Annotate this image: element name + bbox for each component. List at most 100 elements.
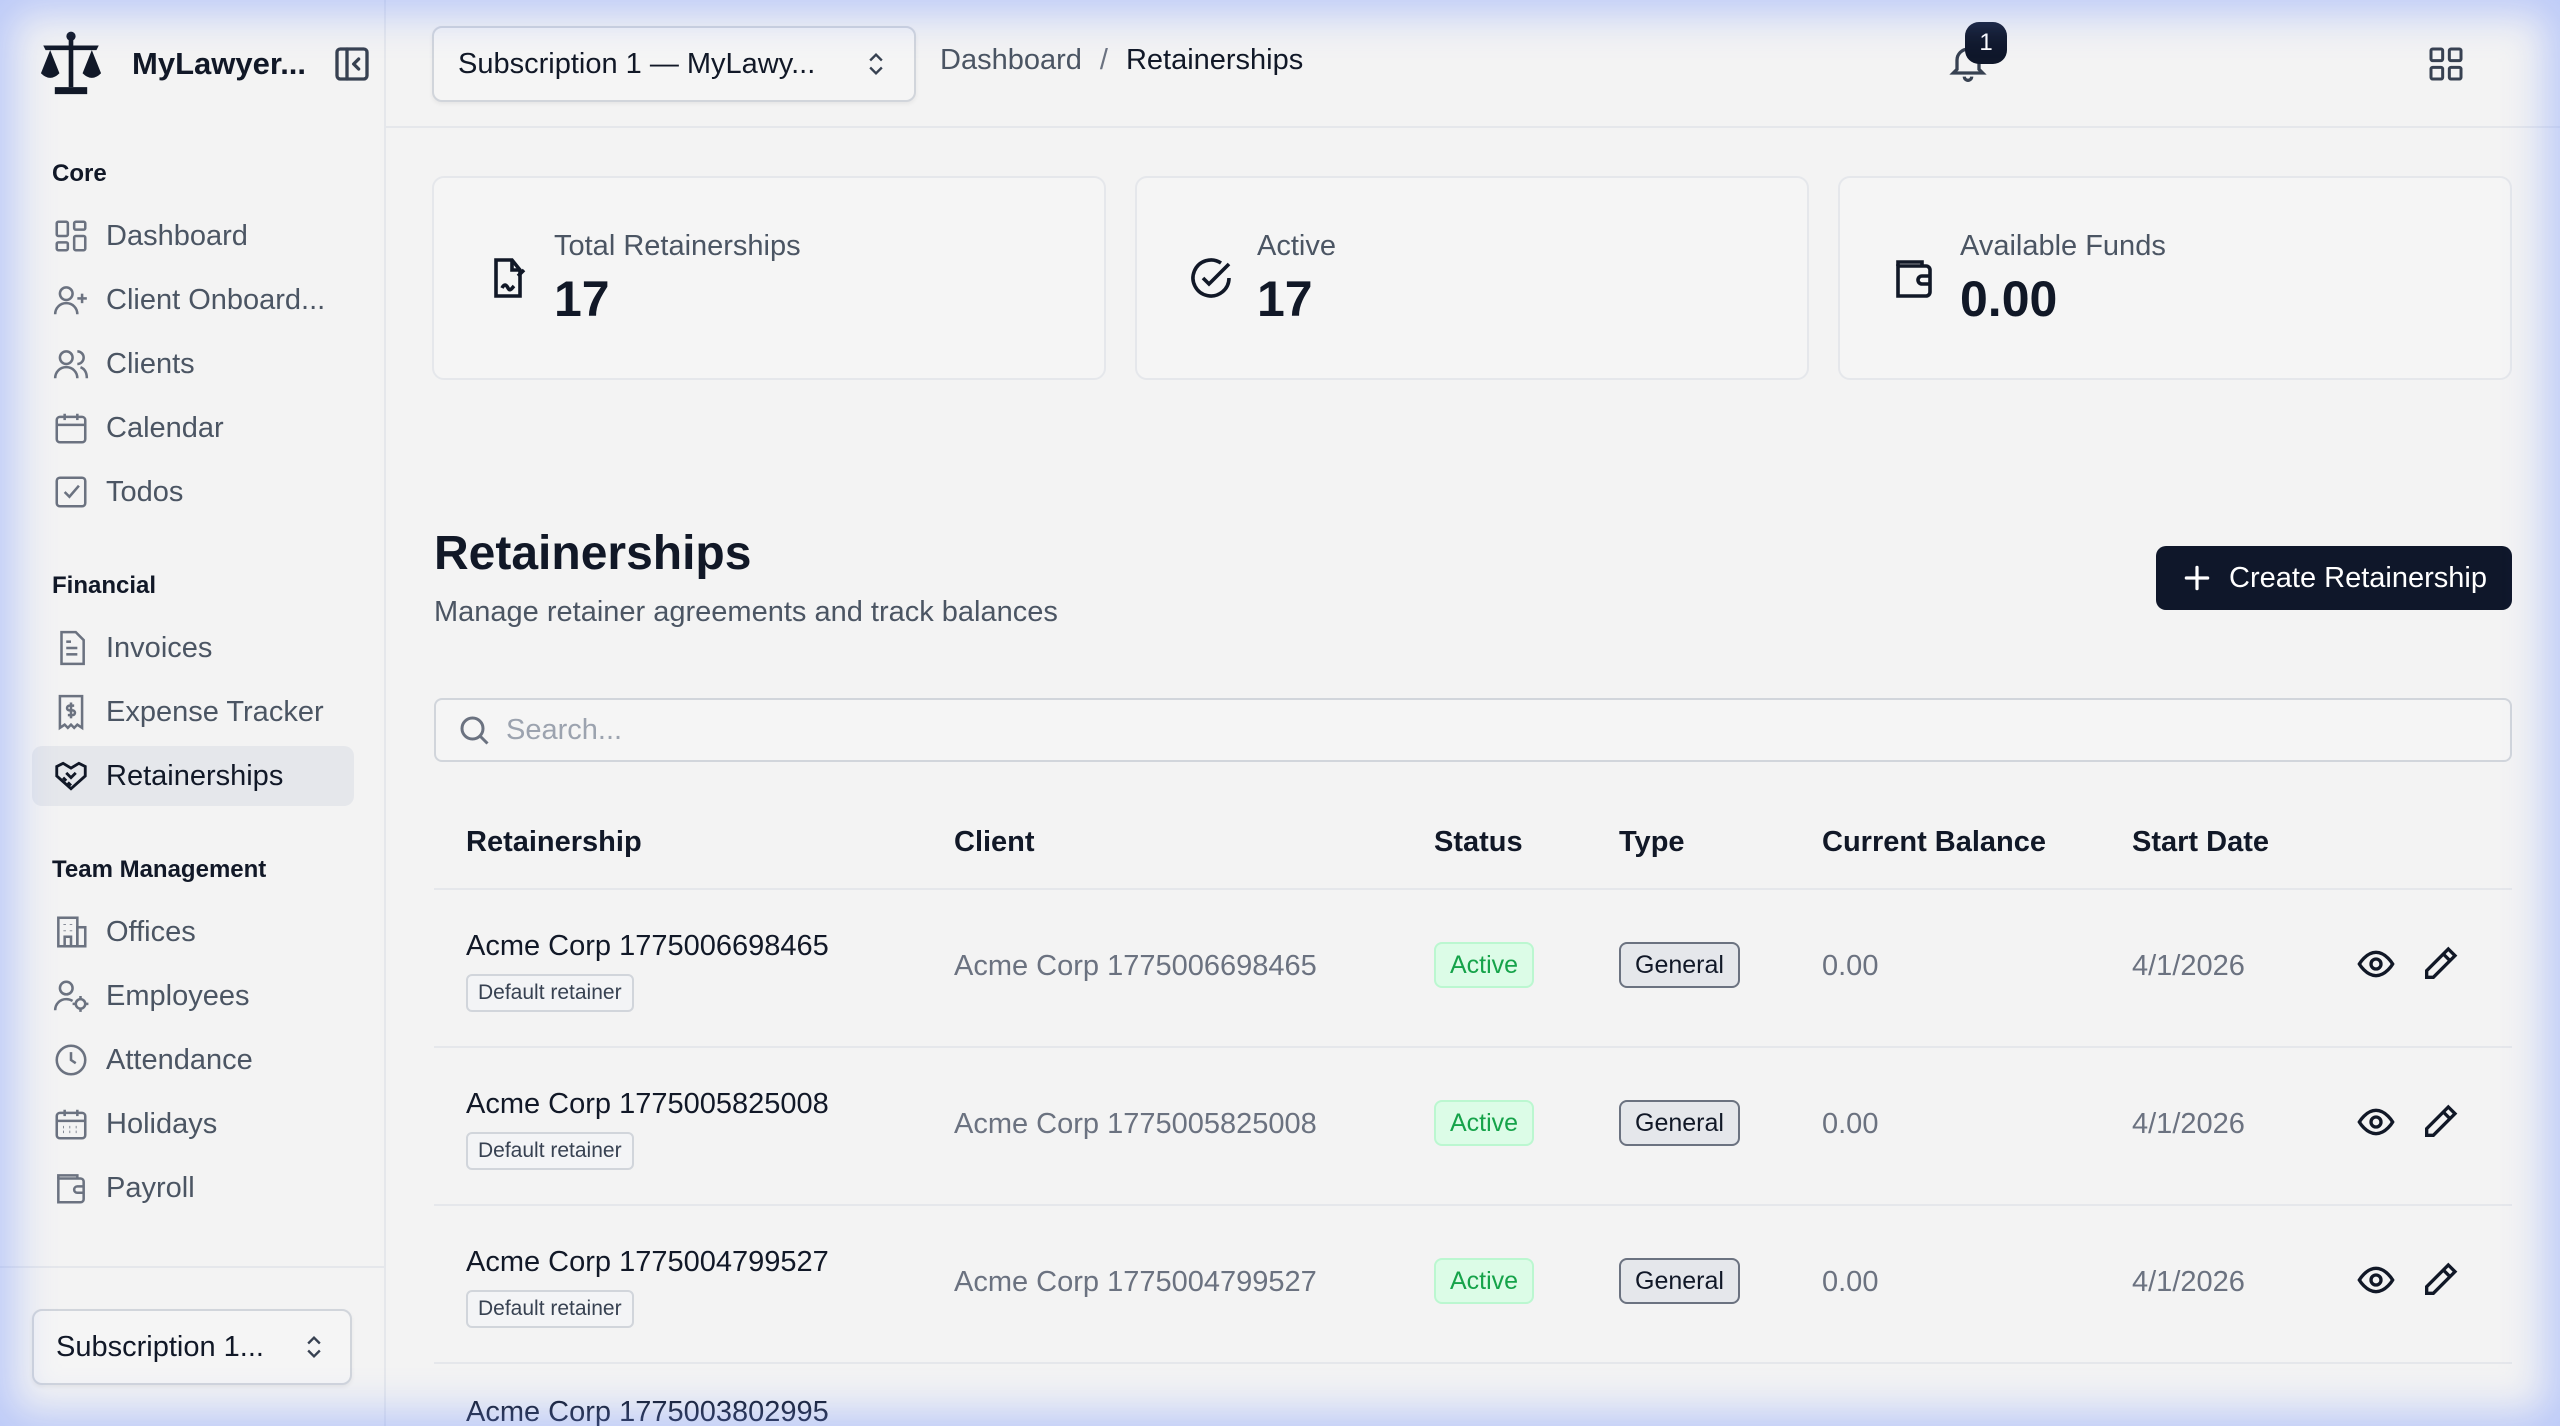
current-balance: 0.00 (1822, 1108, 1879, 1140)
column-header-start-date[interactable]: Start Date (2132, 826, 2269, 859)
sidebar-item-attendance[interactable]: Attendance (32, 1030, 354, 1090)
create-retainership-label: Create Retainership (2229, 561, 2487, 594)
table-row-partial-name[interactable]: Acme Corp 1775003802995 (466, 1396, 829, 1426)
start-date: 4/1/2026 (2132, 1108, 2245, 1140)
pencil-icon[interactable] (2420, 944, 2460, 984)
start-date: 4/1/2026 (2132, 1266, 2245, 1298)
nav-group-team-management: Team Management Offices Employees Attend… (32, 850, 354, 1218)
sidebar-item-clients[interactable]: Clients (32, 334, 354, 394)
sidebar-item-label: Calendar (106, 411, 224, 444)
search-input[interactable] (506, 713, 2406, 747)
eye-icon[interactable] (2356, 1260, 2396, 1300)
create-retainership-button[interactable]: Create Retainership (2156, 546, 2512, 610)
calendar-icon (55, 413, 87, 444)
scales-of-justice-logo-icon (40, 31, 102, 95)
user-gear-icon (53, 980, 89, 1012)
client-name: Acme Corp 1775004799527 (954, 1266, 1317, 1298)
stat-label: Total Retainerships (554, 230, 801, 262)
table-row[interactable]: Acme Corp 1775006698465 Default retainer… (434, 890, 2512, 1048)
sidebar-item-label: Todos (106, 475, 184, 508)
nav-group-financial: Financial Invoices Expense Tracker Retai… (32, 566, 354, 806)
eye-icon[interactable] (2356, 944, 2396, 984)
receipt-dollar-icon (58, 694, 84, 731)
sidebar-item-retainerships[interactable]: Retainerships (32, 746, 354, 806)
breadcrumb-dashboard-link[interactable]: Dashboard (940, 44, 1082, 77)
sidebar-item-label: Holidays (106, 1107, 218, 1140)
sidebar-item-client-onboarding[interactable]: Client Onboard... (32, 270, 354, 330)
stat-value: 17 (554, 271, 610, 327)
sidebar-item-invoices[interactable]: Invoices (32, 618, 354, 678)
sidebar-item-holidays[interactable]: Holidays (32, 1094, 354, 1154)
sidebar-item-employees[interactable]: Employees (32, 966, 354, 1026)
search-box (434, 698, 2512, 762)
nav-group-title: Financial (52, 572, 157, 599)
sidebar-collapse-icon[interactable] (332, 44, 372, 84)
breadcrumb: Dashboard / Retainerships (940, 44, 1303, 77)
sidebar-item-label: Retainerships (106, 759, 284, 792)
client-name: Acme Corp 1775006698465 (954, 950, 1317, 982)
handshake-icon (55, 761, 87, 791)
table-header: Retainership Client Status Type Current … (434, 806, 2512, 890)
sidebar-item-label: Expense Tracker (106, 695, 324, 728)
retainer-tag: Default retainer (466, 974, 634, 1012)
building-icon (57, 916, 87, 948)
column-header-retainership[interactable]: Retainership (466, 826, 642, 859)
sidebar-divider (0, 1266, 386, 1268)
table-row[interactable]: Acme Corp 1775005825008 Default retainer… (434, 1048, 2512, 1206)
nav-group-title: Core (52, 160, 107, 187)
status-badge: Active (1434, 1100, 1535, 1146)
topbar: Subscription 1 — MyLawy... Dashboard / R… (386, 0, 2560, 128)
table-row[interactable]: Acme Corp 1775004799527 Default retainer… (434, 1206, 2512, 1364)
subscription-switcher[interactable]: Subscription 1... (32, 1309, 352, 1385)
apps-grid-icon[interactable] (2426, 44, 2466, 84)
dashboard-icon (55, 220, 87, 252)
column-header-balance[interactable]: Current Balance (1822, 826, 2046, 859)
stat-card-funds: Available Funds 0.00 (1838, 176, 2512, 380)
search-icon (460, 716, 489, 745)
breadcrumb-separator: / (1099, 44, 1108, 76)
subscription-select[interactable]: Subscription 1 — MyLawy... (432, 26, 916, 102)
sidebar-item-label: Client Onboard... (106, 283, 326, 316)
sidebar-item-expense-tracker[interactable]: Expense Tracker (32, 682, 354, 742)
sidebar-item-todos[interactable]: Todos (32, 462, 354, 522)
retainership-name: Acme Corp 1775005825008 (466, 1088, 829, 1120)
brand[interactable]: MyLawyer... (34, 26, 306, 102)
stat-card-active: Active 17 (1135, 176, 1809, 380)
retainer-tag: Default retainer (466, 1290, 634, 1328)
column-header-type[interactable]: Type (1619, 826, 1685, 859)
subscription-switcher-label: Subscription 1... (56, 1330, 264, 1363)
stat-label: Available Funds (1960, 230, 2166, 262)
sidebar-item-payroll[interactable]: Payroll (32, 1158, 354, 1218)
sidebar-item-dashboard[interactable]: Dashboard (32, 206, 354, 266)
pencil-icon[interactable] (2420, 1260, 2460, 1300)
clock-icon (55, 1044, 87, 1076)
chevrons-up-down-icon (307, 1336, 321, 1358)
pencil-icon[interactable] (2420, 1102, 2460, 1142)
checkbox-icon (55, 476, 87, 508)
app-root: MyLawyer... Core Dashboard Client Onboar… (0, 0, 2560, 1426)
file-signature-icon (494, 258, 526, 298)
column-header-client[interactable]: Client (954, 826, 1035, 859)
sidebar: MyLawyer... Core Dashboard Client Onboar… (0, 0, 386, 1426)
sidebar-item-label: Attendance (106, 1043, 253, 1076)
retainerships-table: Retainership Client Status Type Current … (434, 806, 2512, 1364)
client-name: Acme Corp 1775005825008 (954, 1108, 1317, 1140)
sidebar-item-label: Employees (106, 979, 250, 1012)
status-badge: Active (1434, 1258, 1535, 1304)
retainership-name: Acme Corp 1775004799527 (466, 1246, 829, 1278)
plus-icon (2184, 565, 2210, 591)
sidebar-item-offices[interactable]: Offices (32, 902, 354, 962)
sidebar-item-label: Payroll (106, 1171, 195, 1204)
column-header-status[interactable]: Status (1434, 826, 1523, 859)
user-plus-icon (53, 286, 87, 315)
sidebar-item-label: Dashboard (106, 219, 248, 252)
start-date: 4/1/2026 (2132, 950, 2245, 982)
sidebar-item-label: Offices (106, 915, 196, 948)
sidebar-item-calendar[interactable]: Calendar (32, 398, 354, 458)
breadcrumb-current: Retainerships (1125, 44, 1304, 76)
status-badge: Active (1434, 942, 1535, 988)
eye-icon[interactable] (2356, 1102, 2396, 1142)
nav-group-title: Team Management (52, 856, 267, 883)
users-icon (53, 350, 89, 379)
wallet-icon (57, 1174, 85, 1204)
